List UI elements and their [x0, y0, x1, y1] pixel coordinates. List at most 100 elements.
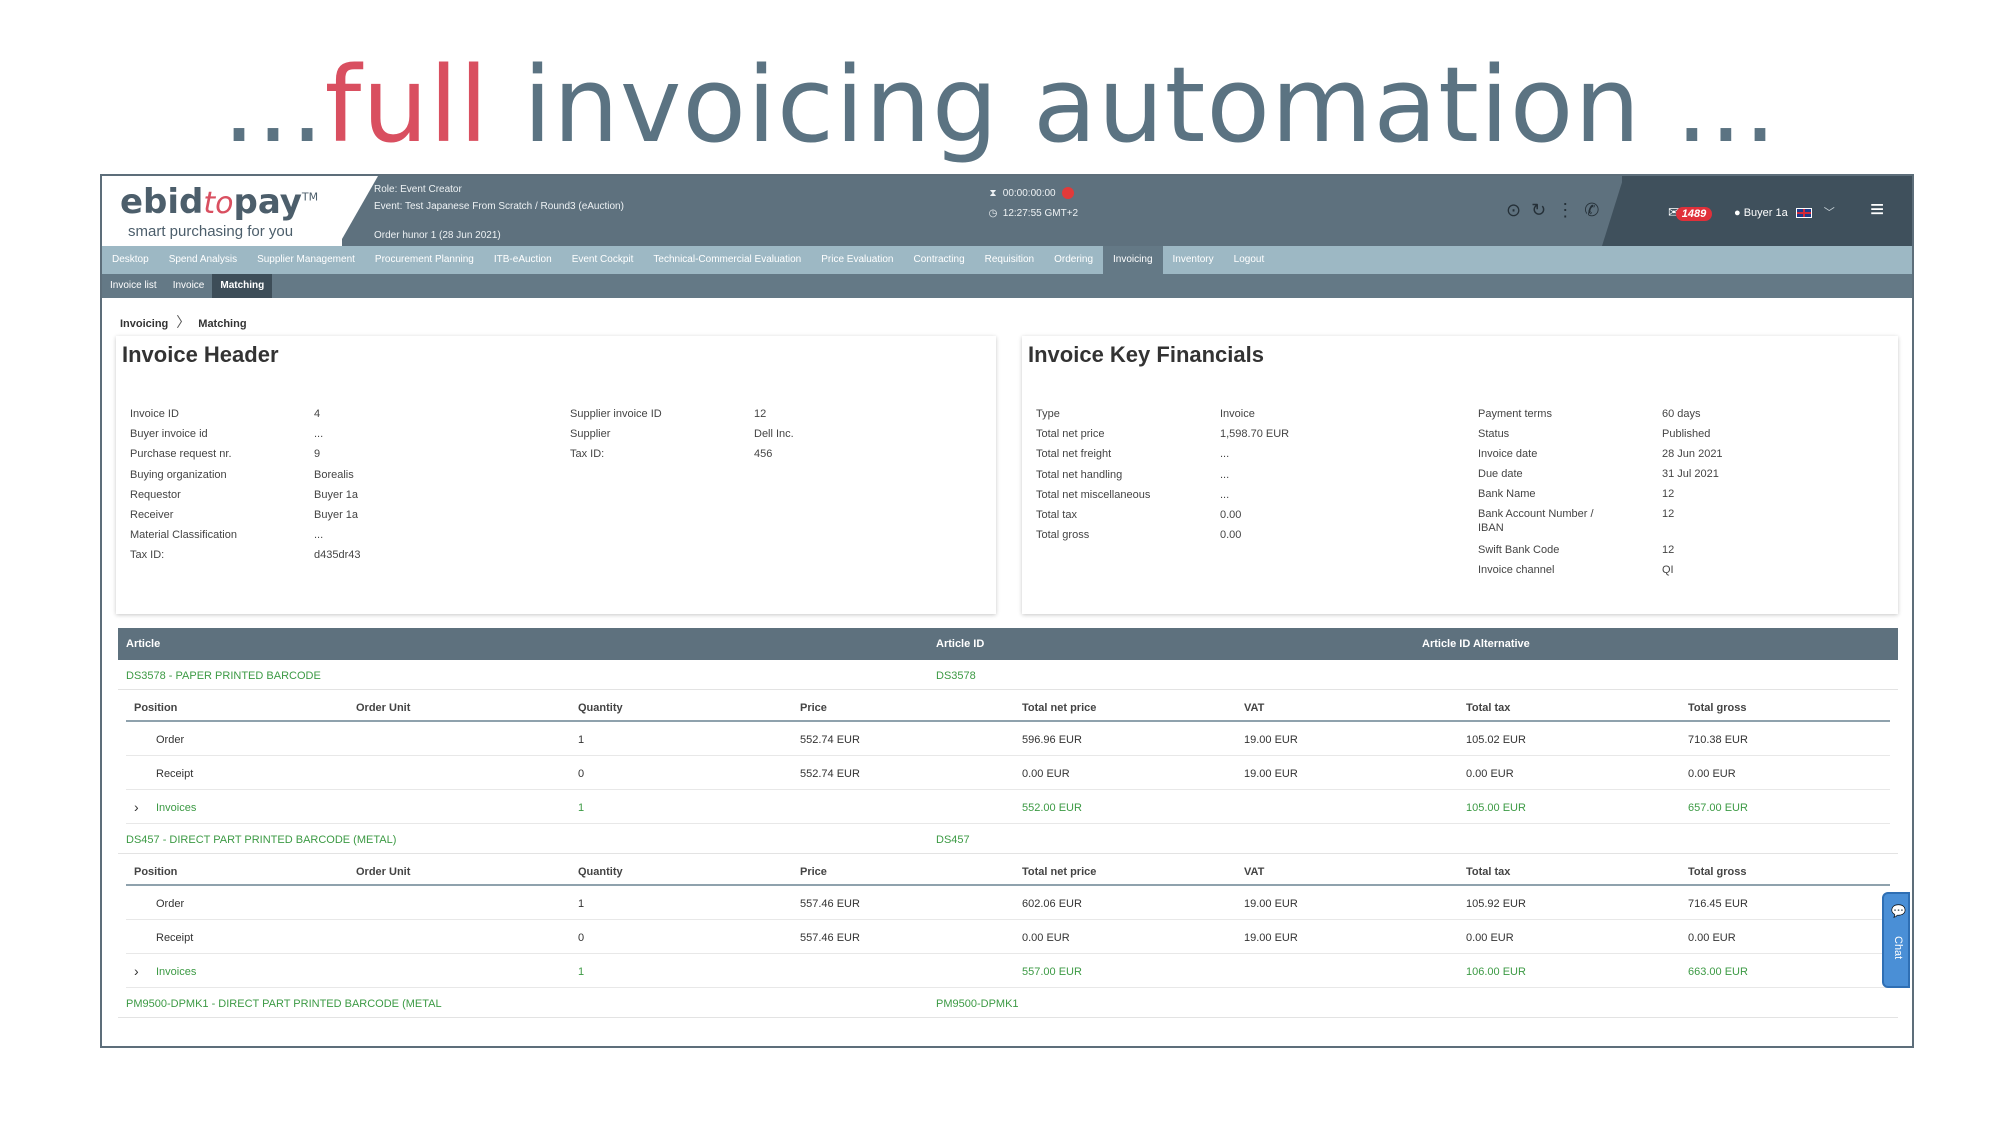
more-vert-icon[interactable]: ⋮ — [1556, 200, 1574, 220]
field-label: Total net miscellaneous — [1036, 488, 1151, 501]
field-label: Buying organization — [130, 468, 227, 481]
nav-item[interactable]: Inventory — [1163, 246, 1224, 274]
nav-item[interactable]: Supplier Management — [247, 246, 365, 274]
phone-icon[interactable]: ✆ — [1584, 200, 1599, 220]
subnav-item[interactable]: Matching — [212, 274, 273, 298]
nav-item[interactable]: Requisition — [975, 246, 1044, 274]
field-value: ... — [314, 428, 324, 441]
positions-col-header: Order Unit — [356, 866, 411, 878]
logo-tagline: smart purchasing for you — [128, 223, 294, 240]
nav-item[interactable]: Technical-Commercial Evaluation — [643, 246, 811, 274]
cell-qty: 1 — [578, 898, 585, 910]
user-name: Buyer 1a — [1743, 207, 1788, 219]
article-name[interactable]: DS3578 - PAPER PRINTED BARCODE — [126, 670, 321, 682]
refresh-icon[interactable]: ↻ — [1531, 200, 1546, 220]
breadcrumb-parent[interactable]: Invoicing — [120, 318, 168, 330]
field-label: Total tax — [1036, 509, 1077, 521]
nav-item[interactable]: Desktop — [102, 246, 159, 274]
chevron-right-icon: 〉 — [176, 314, 191, 330]
field-label: Total net price — [1036, 428, 1105, 441]
field-value: QI — [1662, 564, 1674, 576]
invoices-row[interactable]: › Invoices 1 552.00 EUR 105.00 EUR 657.00 EUR — [126, 790, 1890, 824]
position-row: Order 1 557.46 EUR 602.06 EUR 19.00 EUR 105.9… — [126, 886, 1890, 920]
field-value: 12 — [1662, 544, 1675, 556]
hamburger-menu-icon[interactable]: ≡ — [1870, 196, 1884, 224]
position-row: Receipt 0 552.74 EUR 0.00 EUR 19.00 EUR 0.00 … — [126, 756, 1890, 790]
title-rest: invoicing automation ... — [488, 44, 1778, 166]
logo[interactable]: ebidtopayTM — [120, 182, 318, 222]
nav-item[interactable]: Logout — [1224, 246, 1275, 274]
field-value: 9 — [314, 448, 321, 461]
chat-bubble-icon: 💬 — [1891, 904, 1906, 918]
header-actions: ⊙ ↻ ⋮ ✆ — [1506, 200, 1609, 221]
user-menu[interactable]: ● Buyer 1a ﹀ — [1734, 204, 1835, 220]
main-nav: Desktop Spend Analysis Supplier Management… — [102, 246, 1912, 274]
positions-header: Position Order Unit Quantity Price Total net… — [126, 690, 1890, 722]
field-label: Receiver — [130, 509, 174, 521]
cell-gross: 710.38 EUR — [1688, 734, 1748, 746]
chat-button[interactable]: 💬 Chat — [1882, 892, 1910, 988]
timers: ⧗ 00:00:00:00 ◷ 12:27:55 GMT+2 — [986, 184, 1078, 224]
cell-position: Order — [156, 898, 185, 910]
article-id: DS3578 — [936, 670, 976, 682]
cell-net: 596.96 EUR — [1022, 734, 1082, 746]
nav-item[interactable]: Ordering — [1044, 246, 1103, 274]
countdown-timer: 00:00:00:00 — [1002, 188, 1056, 199]
nav-item[interactable]: ITB-eAuction — [484, 246, 562, 274]
field-label: Total net handling — [1036, 468, 1123, 481]
cell-position: Receipt — [156, 768, 194, 780]
positions-col-header: Quantity — [578, 866, 623, 878]
positions-col-header: Price — [800, 702, 827, 714]
slide-title: ...full invoicing automation ... — [0, 30, 2000, 180]
chevron-down-icon[interactable]: ﹀ — [1824, 207, 1835, 219]
event-text: Event: Test Japanese From Scratch / Roun… — [374, 201, 624, 212]
field-value: 456 — [754, 448, 773, 461]
subnav-item[interactable]: Invoice list — [102, 274, 165, 298]
positions-col-header: Total tax — [1466, 702, 1511, 714]
nav-item[interactable]: Contracting — [904, 246, 975, 274]
cell-gross: 716.45 EUR — [1688, 898, 1748, 910]
positions-col-header: Order Unit — [356, 702, 411, 714]
sub-nav: Invoice list Invoice Matching — [102, 274, 1912, 298]
mail-button[interactable]: ✉ 1489 — [1668, 204, 1713, 221]
field-label: Total net freight — [1036, 448, 1112, 461]
field-label: Bank Name — [1478, 488, 1536, 500]
logo-part1: ebid — [120, 182, 204, 222]
app-window: ebidtopayTM smart purchasing for you Rol… — [100, 174, 1914, 1048]
nav-item[interactable]: Price Evaluation — [811, 246, 903, 274]
cell-tax: 0.00 EUR — [1466, 932, 1514, 944]
subnav-item[interactable]: Invoice — [165, 274, 213, 298]
target-icon[interactable]: ⊙ — [1506, 200, 1521, 220]
col-article-id-alt: Article ID Alternative — [1422, 638, 1530, 650]
article-name[interactable]: DS457 - DIRECT PART PRINTED BARCODE (MET… — [126, 834, 396, 846]
positions-col-header: Quantity — [578, 702, 623, 714]
chevron-right-icon[interactable]: › — [134, 963, 139, 979]
uk-flag-icon[interactable] — [1795, 208, 1812, 219]
invoices-row[interactable]: › Invoices 1 557.00 EUR 106.00 EUR 663.00 EUR — [126, 954, 1890, 988]
chat-label: Chat — [1892, 936, 1904, 960]
field-label: Invoice ID — [130, 408, 179, 420]
nav-item[interactable]: Invoicing — [1103, 246, 1163, 274]
positions-col-header: Total net price — [1022, 702, 1097, 714]
article-name[interactable]: PM9500-DPMK1 - DIRECT PART PRINTED BARCO… — [126, 998, 442, 1010]
role-text: Role: Event Creator — [374, 184, 462, 195]
invoice-header-title: Invoice Header — [122, 342, 279, 367]
chevron-right-icon[interactable]: › — [134, 799, 139, 815]
field-value: Dell Inc. — [754, 428, 794, 441]
article-row[interactable]: PM9500-DPMK1 - DIRECT PART PRINTED BARCO… — [118, 988, 1898, 1018]
cell-vat: 19.00 EUR — [1244, 898, 1298, 910]
field-value: 60 days — [1662, 408, 1701, 420]
nav-item[interactable]: Spend Analysis — [159, 246, 247, 274]
cell-vat: 19.00 EUR — [1244, 734, 1298, 746]
positions-header: Position Order Unit Quantity Price Total net… — [126, 854, 1890, 886]
nav-item[interactable]: Procurement Planning — [365, 246, 484, 274]
order-text: Order hunor 1 (28 Jun 2021) — [374, 230, 501, 241]
cell-gross: 0.00 EUR — [1688, 932, 1736, 944]
field-value: ... — [1220, 488, 1230, 501]
article-row[interactable]: DS457 - DIRECT PART PRINTED BARCODE (MET… — [118, 824, 1898, 854]
title-prefix: ... — [222, 44, 325, 166]
nav-item[interactable]: Event Cockpit — [562, 246, 644, 274]
cell-price: 557.46 EUR — [800, 898, 860, 910]
article-row[interactable]: DS3578 - PAPER PRINTED BARCODE DS3578 — [118, 660, 1898, 690]
positions-col-header: VAT — [1244, 702, 1265, 714]
